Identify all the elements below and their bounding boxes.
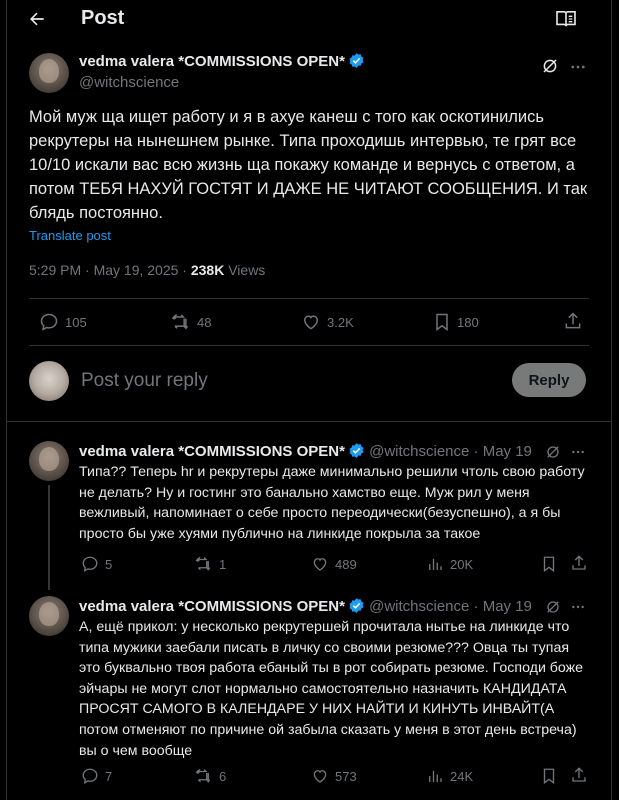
like-count: 573 xyxy=(335,768,357,784)
author-avatar[interactable] xyxy=(29,53,69,93)
back-arrow-icon[interactable] xyxy=(27,9,47,29)
view-count: 20K xyxy=(450,556,474,572)
analytics-icon xyxy=(429,558,442,570)
repost-action[interactable]: 48 xyxy=(169,312,211,332)
author-name[interactable]: vedma valera *COMMISSIONS OPEN* xyxy=(79,53,345,70)
reply-icon xyxy=(82,768,98,785)
verified-badge-icon xyxy=(349,443,364,458)
my-avatar[interactable] xyxy=(29,361,69,401)
repost-action[interactable]: 6 xyxy=(193,767,226,785)
reply-author-name[interactable]: vedma valera *COMMISSIONS OPEN* xyxy=(79,598,345,615)
post-page: Post vedma valera *COMMISSIONS OPEN* @wi… xyxy=(6,0,612,800)
bookmark-icon[interactable] xyxy=(541,767,557,785)
like-action[interactable]: 489 xyxy=(311,555,357,573)
divider xyxy=(29,345,589,346)
verified-badge-icon xyxy=(349,598,364,613)
reply-date[interactable]: · May 19 xyxy=(469,443,532,460)
repost-icon xyxy=(195,768,211,783)
bookmark-icon[interactable] xyxy=(541,555,557,573)
grok-icon[interactable] xyxy=(545,444,561,460)
reply-text: А, ещё прикол: у несколько рекрутершей п… xyxy=(79,619,584,759)
reply-header: vedma valera *COMMISSIONS OPEN* @witchsc… xyxy=(79,597,532,615)
view-count: 238K xyxy=(190,262,225,278)
reply-avatar[interactable] xyxy=(29,596,69,636)
reply-header: vedma valera *COMMISSIONS OPEN* @witchsc… xyxy=(79,442,532,460)
divider xyxy=(7,421,611,422)
reply-handle[interactable]: @witchscience xyxy=(369,443,469,460)
heart-icon xyxy=(313,558,327,571)
reply-input[interactable]: Post your reply xyxy=(81,370,208,392)
repost-icon xyxy=(171,313,189,330)
share-icon[interactable] xyxy=(563,311,583,331)
more-options-icon[interactable] xyxy=(570,599,586,615)
divider xyxy=(29,298,589,299)
reply-handle[interactable]: @witchscience xyxy=(369,598,469,615)
reply-date[interactable]: · May 19 xyxy=(469,598,532,615)
translate-post-link[interactable]: Translate post xyxy=(29,228,111,243)
share-icon[interactable] xyxy=(570,766,588,784)
page-title: Post xyxy=(81,7,125,29)
more-options-icon[interactable] xyxy=(570,444,586,460)
views-action[interactable]: 20K xyxy=(426,555,473,573)
author-handle[interactable]: @witchscience xyxy=(79,74,179,91)
repost-count: 6 xyxy=(219,768,227,784)
views-action[interactable]: 24K xyxy=(426,767,473,785)
reply-count: 7 xyxy=(105,768,113,784)
top-bar: Post xyxy=(7,0,611,38)
reply-action[interactable]: 5 xyxy=(81,555,112,573)
more-options-icon[interactable] xyxy=(569,58,587,76)
like-count: 489 xyxy=(335,556,357,572)
view-count: 24K xyxy=(450,768,474,784)
grok-icon[interactable] xyxy=(541,57,559,75)
analytics-icon xyxy=(429,770,442,782)
share-icon[interactable] xyxy=(570,554,588,572)
post-timestamp[interactable]: 5:29 PM · May 19, 2025 · xyxy=(29,262,191,278)
reply-text: Типа?? Теперь hr и рекрутеры даже минима… xyxy=(79,464,585,542)
reply-icon xyxy=(40,313,58,331)
reply-action[interactable]: 7 xyxy=(81,767,112,785)
repost-count: 48 xyxy=(197,314,212,330)
verified-badge-icon xyxy=(349,53,364,68)
reply-author-name[interactable]: vedma valera *COMMISSIONS OPEN* xyxy=(79,443,345,460)
views-label: Views xyxy=(224,262,266,278)
reply-button[interactable]: Reply xyxy=(512,363,586,397)
bookmark-action[interactable]: 180 xyxy=(433,312,479,332)
post-text: Мой муж ща ищет работу и я в ахуе канеш … xyxy=(29,108,588,222)
reply-action[interactable]: 105 xyxy=(39,312,87,332)
bookmark-count: 180 xyxy=(457,314,479,330)
reader-mode-icon[interactable] xyxy=(555,10,577,28)
grok-icon[interactable] xyxy=(545,599,561,615)
heart-icon xyxy=(303,315,319,330)
thread-line xyxy=(48,485,50,590)
repost-icon xyxy=(195,556,211,571)
repost-action[interactable]: 1 xyxy=(193,555,226,573)
like-action[interactable]: 3.2K xyxy=(301,312,354,332)
bookmark-icon xyxy=(436,313,448,331)
reply-count: 5 xyxy=(105,556,113,572)
like-action[interactable]: 573 xyxy=(311,767,357,785)
reply-icon xyxy=(82,556,98,573)
heart-icon xyxy=(313,770,327,783)
reply-avatar[interactable] xyxy=(29,441,69,481)
reply-count: 105 xyxy=(65,314,87,330)
like-count: 3.2K xyxy=(327,314,354,330)
post-meta: 5:29 PM · May 19, 2025 · 238K Views xyxy=(29,262,265,278)
repost-count: 1 xyxy=(219,556,227,572)
